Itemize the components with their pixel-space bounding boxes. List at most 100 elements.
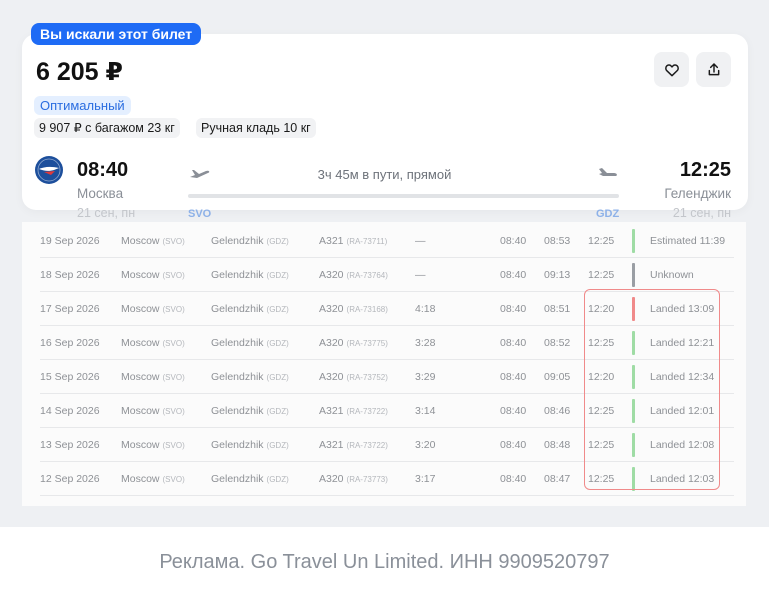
searched-ticket-badge: Вы искали этот билет	[31, 23, 202, 45]
destination-code: (GDZ)	[266, 305, 289, 314]
baggage-price-tag[interactable]: 9 907 ₽ с багажом 23 кг	[34, 118, 180, 138]
destination-city: Gelendzhik (GDZ)	[211, 258, 289, 293]
aircraft-registration: (RA-73773)	[346, 475, 388, 484]
origin-city: Moscow (SVO)	[121, 394, 185, 429]
scheduled-arrival: 12:25	[588, 269, 615, 281]
takeoff-icon	[190, 170, 210, 178]
actual-departure: 09:13	[544, 269, 571, 281]
destination-name: Gelendzhik	[211, 337, 264, 349]
share-button[interactable]	[696, 52, 731, 87]
aircraft-type: A320	[319, 371, 344, 383]
flight-duration: 4:18	[415, 303, 436, 315]
actual-departure: 08:48	[544, 439, 571, 451]
flight-duration: 3:29	[415, 371, 436, 383]
scheduled-departure: 08:40	[500, 439, 527, 451]
scheduled-arrival: 12:25	[588, 235, 615, 247]
aircraft: A320 (RA-73168)	[319, 292, 388, 327]
destination-name: Gelendzhik	[211, 235, 264, 247]
origin-name: Moscow	[121, 235, 160, 247]
destination-city: Gelendzhik (GDZ)	[211, 292, 289, 327]
destination-city: Gelendzhik (GDZ)	[211, 394, 289, 429]
destination-city: Gelendzhik (GDZ)	[211, 326, 289, 361]
scheduled-departure: 08:40	[500, 405, 527, 417]
destination-code: (GDZ)	[266, 271, 289, 280]
aircraft-type: A321	[319, 439, 344, 451]
actual-departure: 08:46	[544, 405, 571, 417]
origin-code: (SVO)	[162, 407, 185, 416]
aircraft: A321 (RA-73722)	[319, 428, 388, 463]
status-indicator	[632, 229, 635, 253]
origin-name: Moscow	[121, 303, 160, 315]
destination-city: Gelendzhik (GDZ)	[211, 428, 289, 463]
aircraft: A320 (RA-73773)	[319, 462, 388, 497]
aircraft-registration: (RA-73168)	[346, 305, 388, 314]
aircraft-registration: (RA-73722)	[346, 441, 388, 450]
origin-code: (SVO)	[162, 339, 185, 348]
origin-code: (SVO)	[162, 237, 185, 246]
origin-name: Moscow	[121, 371, 160, 383]
destination-name: Gelendzhik	[211, 371, 264, 383]
aircraft: A321 (RA-73711)	[319, 224, 387, 259]
arrival-date: 21 сен, пн	[672, 206, 731, 220]
aircraft: A321 (RA-73722)	[319, 394, 388, 429]
arrival-highlight-frame	[584, 289, 720, 490]
flight-date: 18 Sep 2026	[40, 269, 100, 281]
origin-code: (SVO)	[162, 271, 185, 280]
aircraft: A320 (RA-73752)	[319, 360, 388, 395]
flight-duration: 3:17	[415, 473, 436, 485]
flight-date: 17 Sep 2026	[40, 303, 100, 315]
flight-date: 12 Sep 2026	[40, 473, 100, 485]
origin-code: (SVO)	[162, 441, 185, 450]
aircraft-type: A320	[319, 337, 344, 349]
aircraft: A320 (RA-73764)	[319, 258, 388, 293]
scheduled-departure: 08:40	[500, 303, 527, 315]
flight-duration: 3:28	[415, 337, 436, 349]
aircraft-type: A320	[319, 303, 344, 315]
aircraft-registration: (RA-73775)	[346, 339, 388, 348]
ad-disclaimer: Реклама. Go Travel Un Limited. ИНН 99095…	[159, 551, 610, 573]
route-line	[188, 194, 619, 198]
aircraft-registration: (RA-73764)	[346, 271, 388, 280]
destination-code: (GDZ)	[266, 237, 289, 246]
history-row[interactable]: 18 Sep 2026 Moscow (SVO) Gelendzhik (GDZ) A32…	[40, 258, 734, 292]
origin-city: Moscow (SVO)	[121, 360, 185, 395]
aircraft-registration: (RA-73711)	[346, 237, 388, 246]
aircraft-type: A320	[319, 473, 344, 485]
actual-departure: 08:47	[544, 473, 571, 485]
optimal-tag: Оптимальный	[34, 96, 131, 115]
origin-code: (SVO)	[162, 373, 185, 382]
destination-name: Gelendzhik	[211, 269, 264, 281]
flight-date: 16 Sep 2026	[40, 337, 100, 349]
aircraft-type: A321	[319, 405, 344, 417]
flight-status: Unknown	[650, 269, 694, 281]
history-row[interactable]: 19 Sep 2026 Moscow (SVO) Gelendzhik (GDZ) A32…	[40, 224, 734, 258]
aircraft: A320 (RA-73775)	[319, 326, 388, 361]
actual-departure: 08:53	[544, 235, 571, 247]
favorite-button[interactable]	[654, 52, 689, 87]
destination-code: (GDZ)	[266, 441, 289, 450]
flight-duration: —	[415, 235, 426, 247]
landing-icon	[599, 168, 617, 176]
origin-name: Moscow	[121, 337, 160, 349]
scheduled-departure: 08:40	[500, 337, 527, 349]
actual-departure: 08:52	[544, 337, 571, 349]
aircraft-registration: (RA-73752)	[346, 373, 388, 382]
hand-luggage-tag: Ручная кладь 10 кг	[196, 118, 316, 138]
flight-duration: 3:14	[415, 405, 436, 417]
ticket-price: 6 205 ₽	[36, 58, 123, 86]
origin-name: Moscow	[121, 405, 160, 417]
flight-date: 14 Sep 2026	[40, 405, 100, 417]
flight-duration: —	[415, 269, 426, 281]
scheduled-departure: 08:40	[500, 269, 527, 281]
share-icon	[708, 62, 719, 75]
scheduled-departure: 08:40	[500, 473, 527, 485]
destination-name: Gelendzhik	[211, 405, 264, 417]
actual-departure: 09:05	[544, 371, 571, 383]
origin-name: Moscow	[121, 473, 160, 485]
departure-airport-code: SVO	[188, 208, 212, 220]
destination-code: (GDZ)	[266, 373, 289, 382]
actual-departure: 08:51	[544, 303, 571, 315]
scheduled-departure: 08:40	[500, 371, 527, 383]
origin-name: Moscow	[121, 269, 160, 281]
heart-icon	[664, 63, 679, 76]
